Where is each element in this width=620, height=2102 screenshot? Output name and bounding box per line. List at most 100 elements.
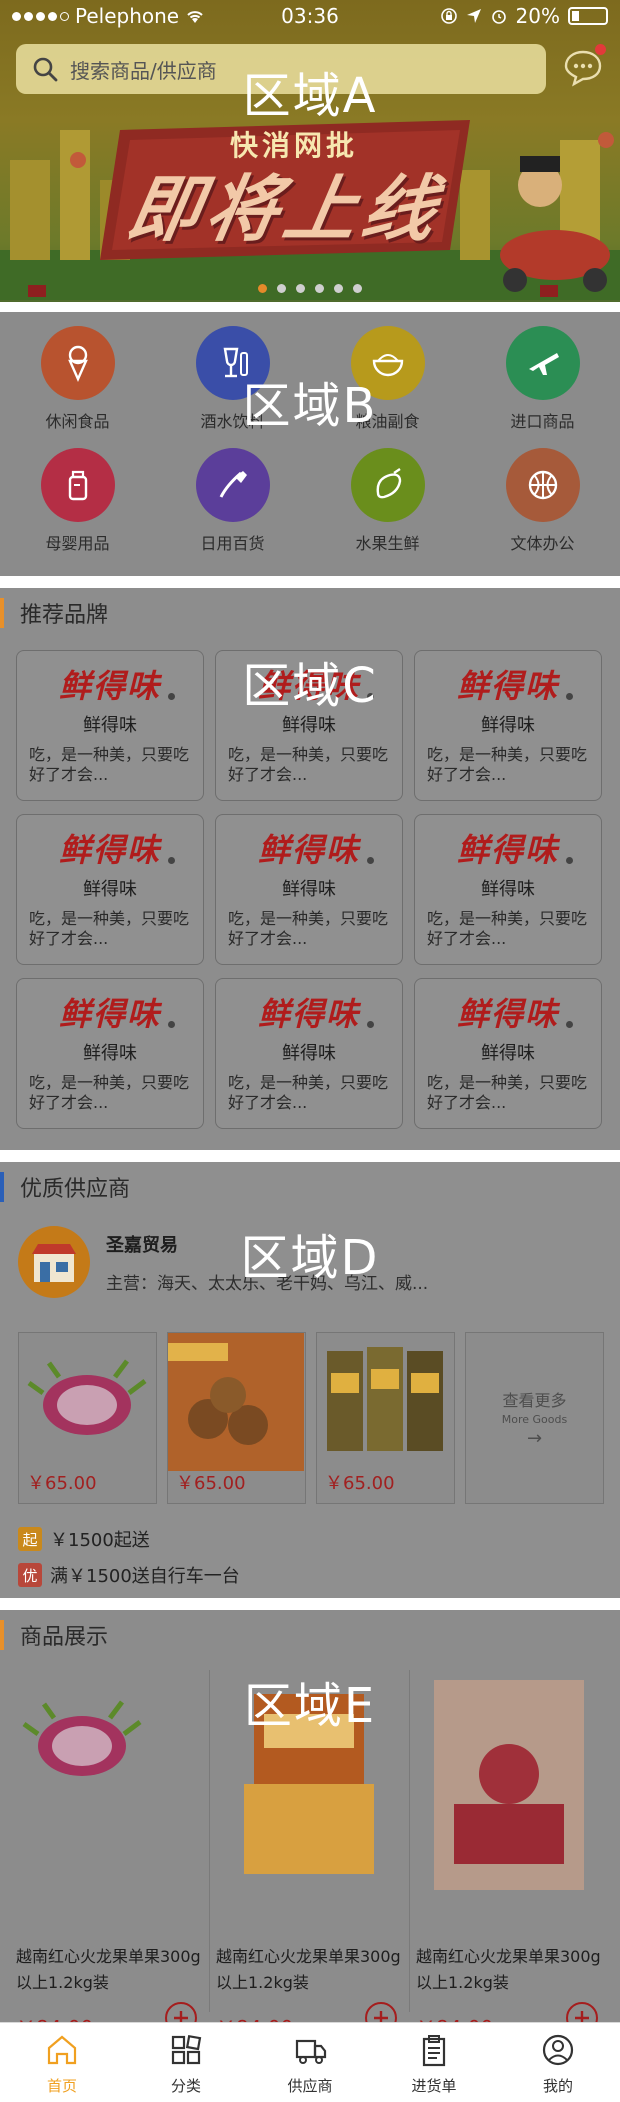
brand-card[interactable]: 鲜得味 鲜得味 吃，是一种美，只要吃好了才会... [215,978,403,1129]
tab-grid[interactable]: 分类 [124,2023,248,2102]
bottom-tab-bar: 首页 分类 供应商 进货单 我的 [0,2022,620,2102]
goods-row: 越南红心火龙果单果300g以上1.2kg装￥84.00越南红心火龙果单果300g… [10,1670,610,2040]
supplier-store-icon [18,1226,90,1298]
section-accent-bar [0,1172,4,1202]
carousel-dot[interactable] [258,284,267,293]
brand-logo-dot [168,857,175,864]
carousel-indicator [0,284,620,293]
brand-name: 鲜得味 [83,879,137,900]
promo-min-order: 起 ￥1500起送 [18,1526,150,1552]
brand-logo-dot [367,1021,374,1028]
brand-card[interactable]: 鲜得味 鲜得味 吃，是一种美，只要吃好了才会... [414,978,602,1129]
supplier-product-card[interactable]: ￥65.00 [167,1332,306,1504]
user-icon [541,2033,575,2071]
product-price: ￥65.00 [176,1473,246,1494]
carousel-dot[interactable] [353,284,362,293]
carousel-dot[interactable] [315,284,324,293]
brand-logo: 鲜得味 [257,667,360,705]
goods-card[interactable]: 越南红心火龙果单果300g以上1.2kg装￥84.00 [210,1670,410,2040]
brand-card[interactable]: 鲜得味 鲜得味 吃，是一种美，只要吃好了才会... [215,650,403,801]
brand-logo-dot [168,1021,175,1028]
tab-label: 分类 [170,2077,201,2095]
macadamia-image [168,1333,304,1471]
promo-text: 满￥1500送自行车一台 [50,1566,240,1587]
more-goods-label: 查看更多 [502,1391,567,1410]
brand-logo: 鲜得味 [257,995,360,1033]
category-label: 进口商品 [510,412,575,431]
section-accent-bar [0,1620,4,1650]
brand-card[interactable]: 鲜得味 鲜得味 吃，是一种美，只要吃好了才会... [215,814,403,965]
more-goods-english: More Goods [501,1413,568,1426]
brand-card[interactable]: 鲜得味 鲜得味 吃，是一种美，只要吃好了才会... [16,814,204,965]
arrow-right-icon: → [526,1428,543,1449]
carousel-dot[interactable] [296,284,305,293]
brand-card[interactable]: 鲜得味 鲜得味 吃，是一种美，只要吃好了才会... [16,978,204,1129]
supplier-card[interactable]: 圣嘉贸易 主营：海天、太太乐、老干妈、乌江、威... [18,1226,428,1298]
category-item[interactable]: 酒水饮料 [155,326,310,432]
tab-label: 我的 [542,2077,573,2095]
dragon-fruit-image [14,1674,204,1894]
section-accent-bar [0,598,4,628]
category-item[interactable]: 休闲食品 [0,326,155,432]
category-item[interactable]: 文体办公 [465,448,620,554]
goods-card[interactable]: 越南红心火龙果单果300g以上1.2kg装￥84.00 [410,1670,610,2040]
alarm-icon [491,10,506,24]
tab-user[interactable]: 我的 [496,2023,620,2102]
home-icon [45,2033,79,2071]
ice-cream-icon [40,326,115,400]
banner-region: Pelephone 03:36 20% 搜索商品/供应商 快消网批 即将上线 区… [0,0,620,302]
carousel-dot[interactable] [277,284,286,293]
brand-card[interactable]: 鲜得味 鲜得味 吃，是一种美，只要吃好了才会... [414,814,602,965]
carousel-dot[interactable] [334,284,343,293]
goods-title: 越南红心火龙果单果300g以上1.2kg装 [416,1947,601,1992]
location-arrow-icon [466,9,481,23]
brand-description: 吃，是一种美，只要吃好了才会... [228,909,389,948]
tab-clipboard[interactable]: 进货单 [372,2023,496,2102]
supplier-product-card[interactable]: ￥65.00 [18,1332,157,1504]
brand-name: 鲜得味 [282,879,336,900]
brand-name: 鲜得味 [83,1043,137,1064]
tab-home[interactable]: 首页 [0,2023,124,2102]
battery-percent: 20% [515,4,560,28]
category-label: 日用百货 [200,534,265,553]
brand-name: 鲜得味 [481,879,535,900]
status-bar: Pelephone 03:36 20% [0,0,620,32]
basketball-icon [505,448,580,522]
product-price: ￥65.00 [325,1473,395,1494]
brand-section-header: 推荐品牌 [0,588,620,638]
supplier-main-brands: 主营：海天、太太乐、老干妈、乌江、威... [106,1273,429,1294]
category-item[interactable]: 进口商品 [465,326,620,432]
brand-card[interactable]: 鲜得味 鲜得味 吃，是一种美，只要吃好了才会... [16,650,204,801]
promo-text: ￥1500起送 [50,1530,150,1551]
brand-logo: 鲜得味 [58,831,161,869]
brand-logo-dot [566,857,573,864]
supplier-product-card[interactable]: ￥65.00 [316,1332,455,1504]
tab-label: 首页 [46,2077,77,2095]
brand-logo: 鲜得味 [257,831,360,869]
category-item[interactable]: 日用百货 [155,448,310,554]
brand-name: 鲜得味 [481,1043,535,1064]
tab-truck[interactable]: 供应商 [248,2023,372,2102]
hawthorn-candy-image [414,1674,604,1894]
brush-icon [195,448,270,522]
goods-title: 越南红心火龙果单果300g以上1.2kg装 [216,1947,401,1992]
category-item[interactable]: 粮油副食 [310,326,465,432]
brand-description: 吃，是一种美，只要吃好了才会... [29,1073,190,1112]
brand-logo: 鲜得味 [456,831,559,869]
category-item[interactable]: 母婴用品 [0,448,155,554]
search-input[interactable]: 搜索商品/供应商 [16,44,546,94]
more-goods-button[interactable]: 查看更多 More Goods → [465,1332,604,1504]
category-grid: 休闲食品 酒水饮料 粮油副食 进口商品母婴用品 日用百货 水果生鲜 文体办公 [0,326,620,554]
category-label: 母婴用品 [45,534,110,553]
grid-icon [169,2033,203,2071]
brand-name: 鲜得味 [481,715,535,736]
category-item[interactable]: 水果生鲜 [310,448,465,554]
promo-gift: 优 满￥1500送自行车一台 [18,1562,240,1588]
goods-card[interactable]: 越南红心火龙果单果300g以上1.2kg装￥84.00 [10,1670,210,2040]
brand-logo: 鲜得味 [456,995,559,1033]
brand-description: 吃，是一种美，只要吃好了才会... [29,745,190,784]
goods-section-header: 商品展示 [0,1610,620,1660]
brand-card[interactable]: 鲜得味 鲜得味 吃，是一种美，只要吃好了才会... [414,650,602,801]
category-label: 水果生鲜 [355,534,420,553]
rotation-lock-icon [440,8,457,24]
